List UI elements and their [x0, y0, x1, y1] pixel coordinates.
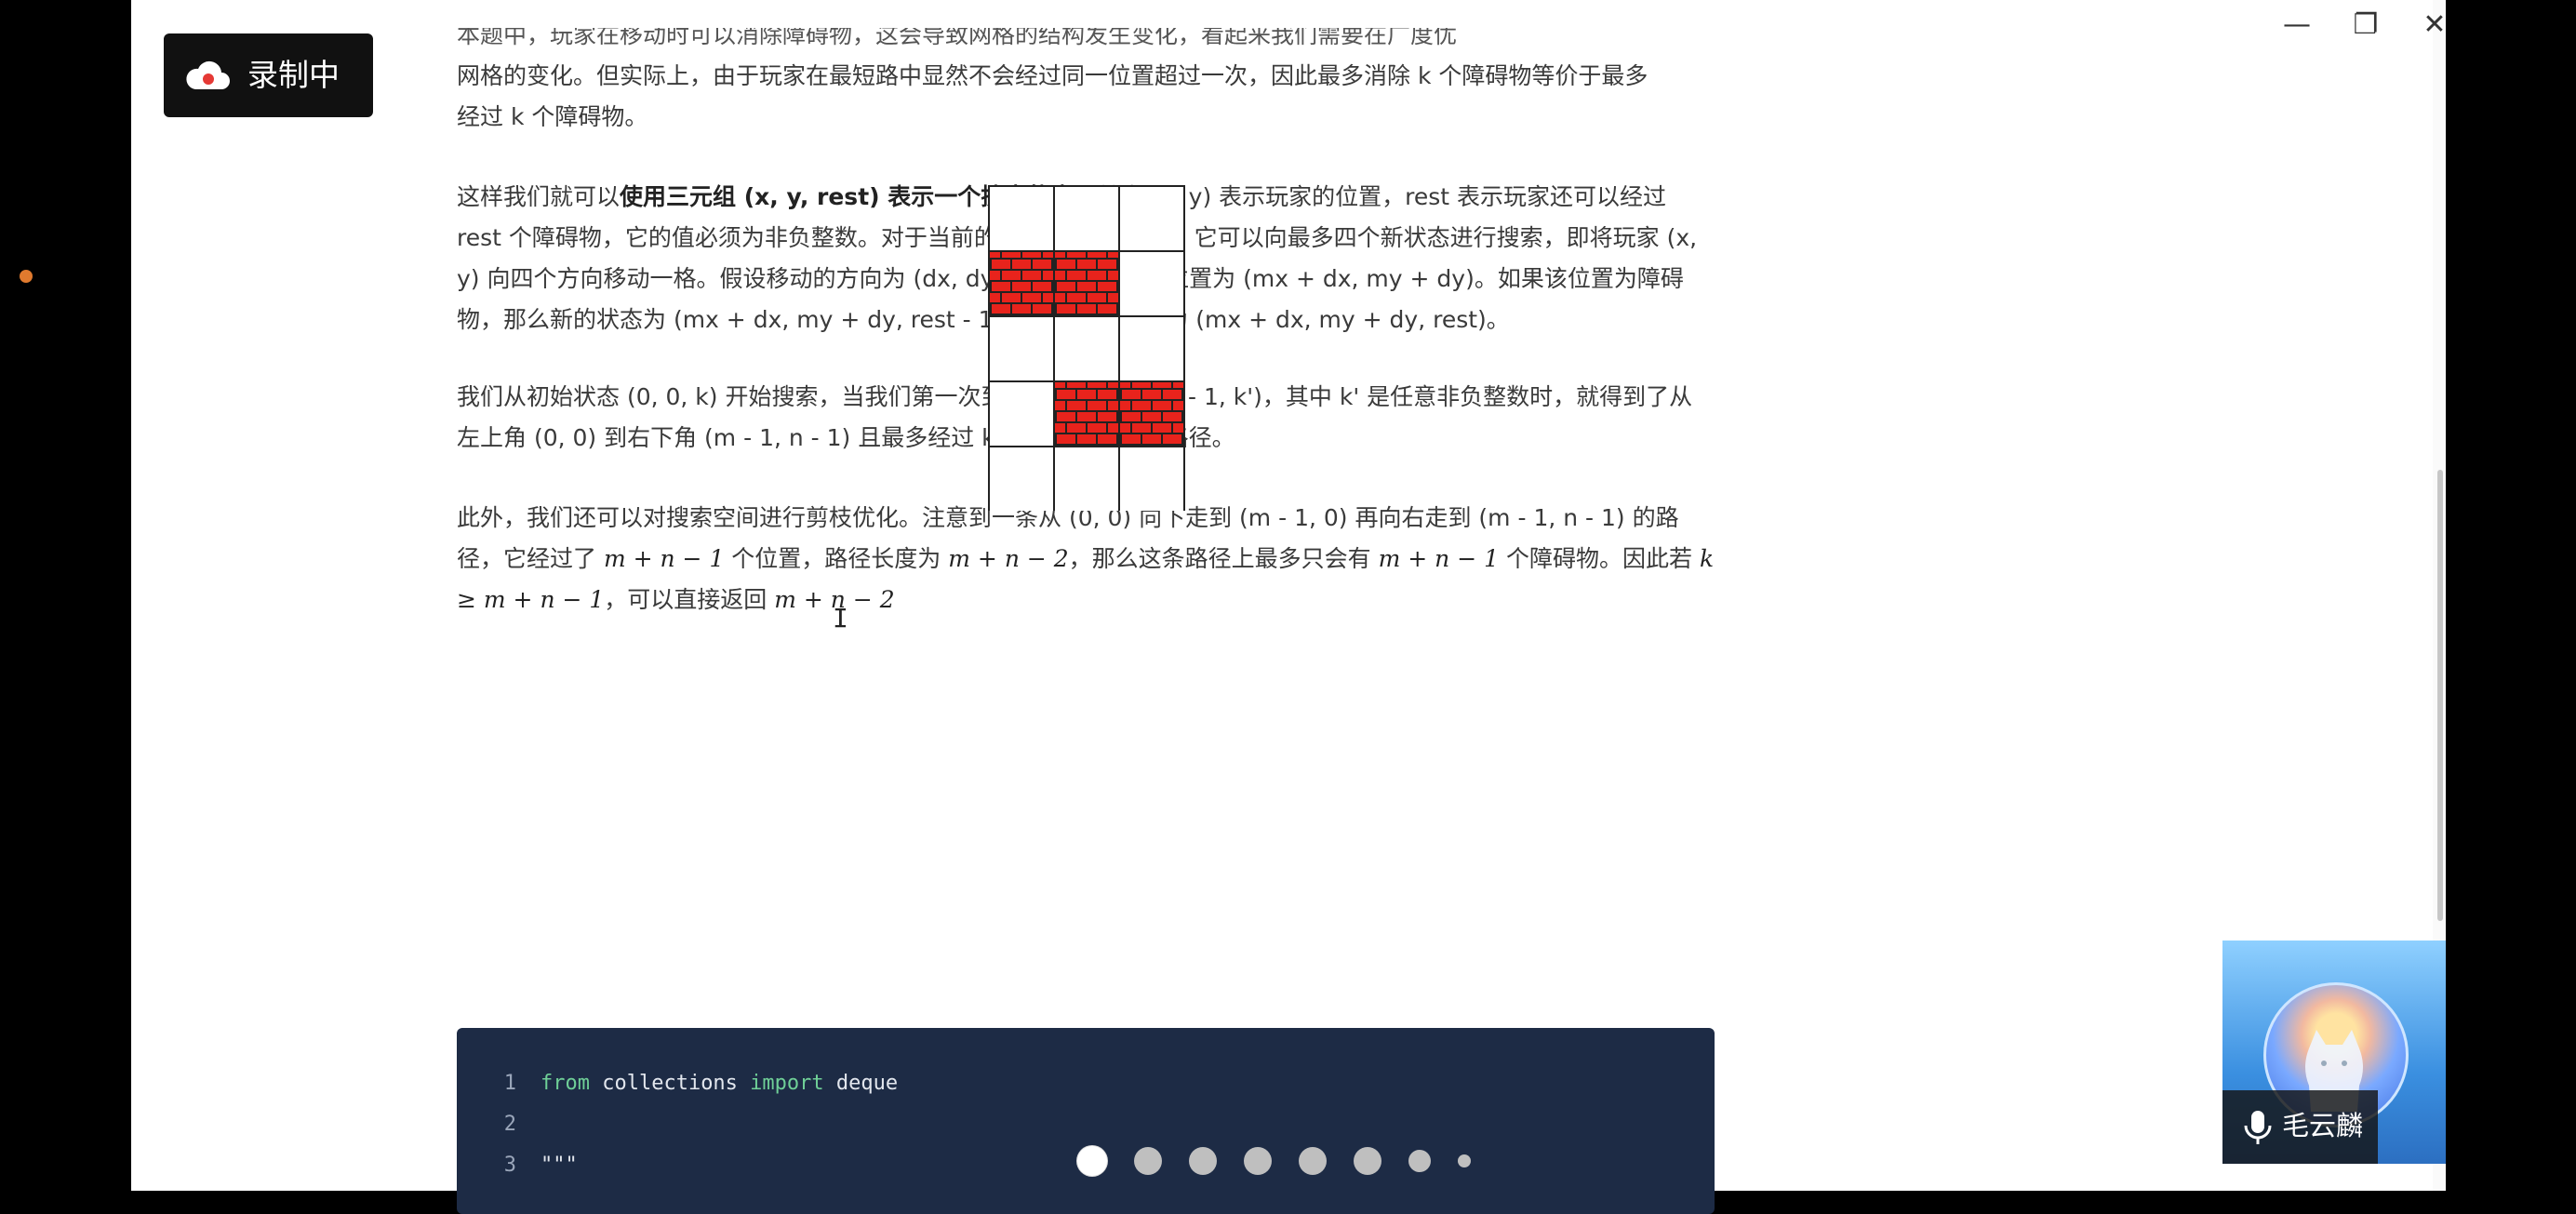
grid-cell-empty: [990, 447, 1053, 511]
recording-label: 录制中: [247, 57, 340, 93]
code-line: 2: [457, 1106, 1715, 1143]
paragraph-pruning: 此外，我们还可以对搜索空间进行剪枝优化。注意到一条从 (0, 0) 向下走到 (…: [457, 498, 1715, 620]
paragraph-text: 个障碍物。因此若: [1499, 545, 1700, 572]
pager-dot[interactable]: [1458, 1154, 1471, 1167]
pager-dot[interactable]: [1077, 1146, 1107, 1176]
scrollbar-thumb[interactable]: [2437, 470, 2443, 921]
grid-cell-empty: [990, 317, 1053, 380]
pager-dot[interactable]: [1408, 1150, 1431, 1172]
code-line: 1 from collections import deque: [457, 1065, 1715, 1102]
pager-dot[interactable]: [1244, 1147, 1272, 1175]
code-token: deque: [823, 1072, 899, 1095]
recording-badge[interactable]: 录制中: [164, 33, 373, 117]
code-token: collections: [589, 1072, 751, 1095]
grid-cell-wall: [990, 252, 1053, 315]
grid-figure: [988, 185, 1185, 511]
paragraph-text: ，可以直接返回: [604, 586, 775, 613]
grid-cell-wall: [1120, 382, 1183, 446]
grid-cell-empty: [1055, 187, 1118, 250]
close-button[interactable]: ✕: [2407, 6, 2446, 43]
math-expression: m + n − 1: [1378, 545, 1500, 572]
code-keyword: from: [541, 1072, 590, 1095]
status-dot: [20, 270, 33, 283]
article-intro-line: 网格的变化。但实际上，由于玩家在最短路中显然不会经过同一位置超过一次，因此最多消…: [457, 62, 1648, 89]
pager-dot[interactable]: [1189, 1147, 1217, 1175]
paragraph-text: ，那么这条路径上最多只会有: [1068, 545, 1379, 572]
code-keyword: import: [750, 1072, 824, 1095]
grid-cell-empty: [1055, 447, 1118, 511]
camera-name-bar: 毛云麟: [2222, 1090, 2378, 1164]
code-block: 1 from collections import deque 2 3 """: [457, 1028, 1715, 1214]
code-text: """: [541, 1154, 578, 1177]
pager-dot[interactable]: [1134, 1147, 1162, 1175]
code-text: from collections import deque: [541, 1065, 898, 1102]
grid-cell-empty: [990, 382, 1053, 446]
maximize-button[interactable]: ❐: [2338, 6, 2394, 43]
camera-preview[interactable]: 毛云麟: [2222, 941, 2446, 1164]
slide-pager: [1077, 1145, 1498, 1177]
grid-cell-empty: [990, 187, 1053, 250]
minimize-button[interactable]: —: [2269, 6, 2325, 43]
math-expression: m + n − 1: [603, 545, 725, 572]
math-expression: m + n − 2: [948, 545, 1069, 572]
microphone-icon[interactable]: [2241, 1109, 2275, 1146]
pager-dot[interactable]: [1354, 1147, 1381, 1175]
pager-dot[interactable]: [1299, 1147, 1327, 1175]
paragraph-text: 个位置，路径长度为: [724, 545, 949, 572]
grid-cell-empty: [1055, 317, 1118, 380]
grid-cell-empty: [1120, 447, 1183, 511]
grid-cell-wall: [1055, 382, 1118, 446]
camera-user-name: 毛云麟: [2282, 1110, 2364, 1141]
grid-cell-empty: [1120, 187, 1183, 250]
cloud-record-icon: [186, 60, 230, 89]
text-cursor-icon: I: [833, 603, 848, 634]
grid-cell-empty: [1120, 252, 1183, 315]
grid-cell-wall: [1055, 252, 1118, 315]
line-number: 2: [503, 1113, 516, 1136]
article-intro-line: 经过 k 个障碍物。: [457, 103, 648, 130]
grid-cell-empty: [1120, 317, 1183, 380]
paragraph-text: 这样我们就可以: [457, 183, 621, 210]
line-number: 1: [503, 1072, 516, 1095]
line-number: 3: [503, 1154, 516, 1177]
